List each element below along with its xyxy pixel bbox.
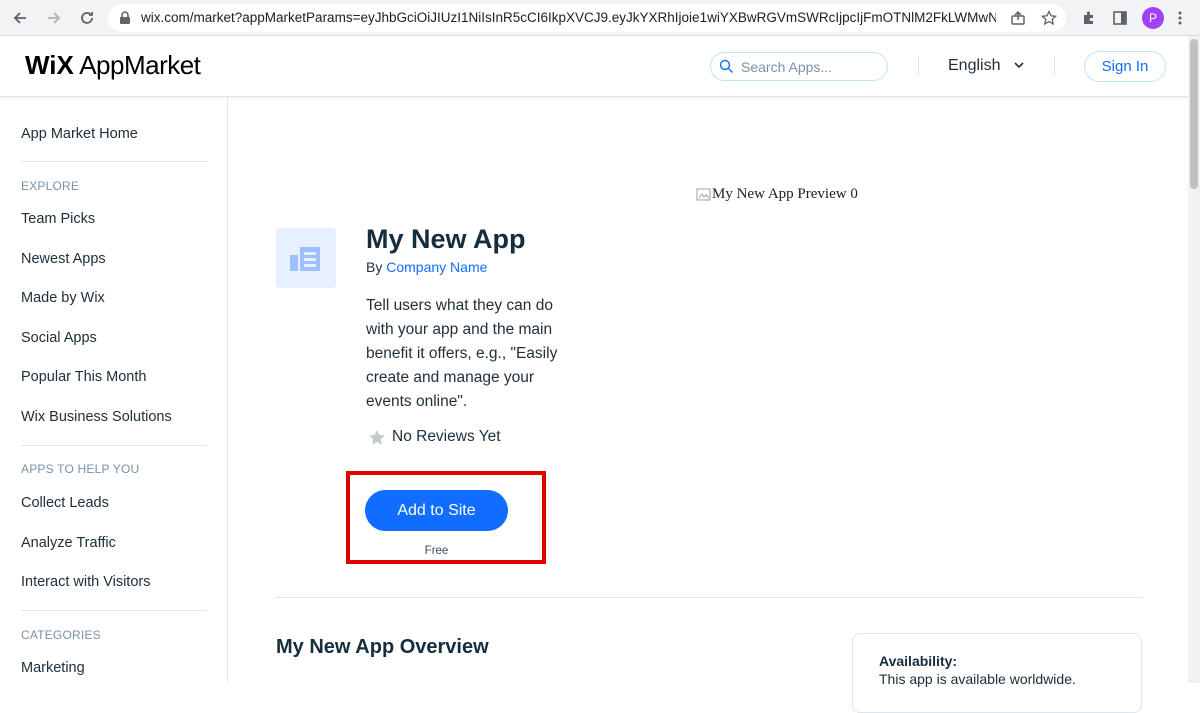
preview-alt-text: My New App Preview 0 xyxy=(712,186,858,202)
sidebar-heading-apps-to-help: APPS TO HELP YOU xyxy=(21,462,140,476)
sidebar-item-marketing[interactable]: Marketing xyxy=(21,660,85,676)
wix-app-market-logo[interactable]: WiX AppMarket xyxy=(25,50,201,81)
logo-text: AppMarket xyxy=(79,50,201,80)
arrow-left-icon xyxy=(13,12,26,24)
sidebar-divider xyxy=(21,161,207,162)
sidebar-heading-explore: EXPLORE xyxy=(21,179,80,193)
building-icon xyxy=(290,247,320,271)
broken-image-icon xyxy=(696,188,711,200)
sidebar-item-team-picks[interactable]: Team Picks xyxy=(21,211,95,227)
side-panel-icon[interactable] xyxy=(1112,10,1128,26)
add-to-site-button[interactable]: Add to Site xyxy=(365,490,508,531)
app-preview-image[interactable]: My New App Preview 0 xyxy=(696,186,858,203)
search-icon xyxy=(719,59,733,73)
sidebar-item-popular-this-month[interactable]: Popular This Month xyxy=(21,369,146,385)
app-icon xyxy=(276,228,336,288)
sign-in-button[interactable]: Sign In xyxy=(1084,51,1166,82)
lock-icon xyxy=(120,11,130,24)
price-label: Free xyxy=(424,545,449,557)
app-title: My New App xyxy=(366,224,526,254)
search-placeholder: Search Apps... xyxy=(741,59,833,75)
section-divider xyxy=(276,597,1142,598)
header-divider xyxy=(1054,56,1055,76)
share-icon[interactable] xyxy=(1010,10,1026,26)
reload-icon xyxy=(81,12,93,24)
app-description: Tell users what they can do with your ap… xyxy=(366,297,558,410)
by-label: By xyxy=(366,259,383,275)
sidebar-item-interact-with-visitors[interactable]: Interact with Visitors xyxy=(21,574,150,590)
company-name-link[interactable]: Company Name xyxy=(386,259,487,275)
arrow-right-icon xyxy=(48,12,61,24)
chevron-down-icon[interactable] xyxy=(1013,60,1025,70)
app-developer: By Company Name xyxy=(366,259,487,275)
page-scrollbar[interactable] xyxy=(1188,36,1200,683)
extensions-icon[interactable] xyxy=(1081,10,1097,26)
bookmark-star-icon[interactable] xyxy=(1041,10,1057,26)
availability-card: Availability: This app is available worl… xyxy=(852,633,1142,713)
address-bar[interactable]: wix.com/market?appMarketParams=eyJhbGciO… xyxy=(108,4,1066,32)
browser-toolbar: wix.com/market?appMarketParams=eyJhbGciO… xyxy=(0,0,1200,36)
star-icon xyxy=(369,429,385,445)
header-divider xyxy=(918,56,919,76)
sidebar-heading-categories: CATEGORIES xyxy=(21,628,101,642)
forward-button[interactable] xyxy=(43,7,65,29)
sidebar-item-wix-business-solutions[interactable]: Wix Business Solutions xyxy=(21,409,172,425)
reload-button[interactable] xyxy=(76,7,98,29)
sidebar-divider xyxy=(21,445,207,446)
availability-text: This app is available worldwide. xyxy=(879,671,1076,687)
reviews-text: No Reviews Yet xyxy=(392,428,501,445)
logo-brand: WiX xyxy=(25,50,74,80)
search-input[interactable]: Search Apps... xyxy=(710,52,888,81)
sidebar-item-made-by-wix[interactable]: Made by Wix xyxy=(21,290,105,306)
reviews-summary[interactable]: No Reviews Yet xyxy=(368,428,501,446)
overview-heading: My New App Overview xyxy=(276,636,489,658)
back-button[interactable] xyxy=(9,7,31,29)
sidebar-item-collect-leads[interactable]: Collect Leads xyxy=(21,495,109,511)
site-header: WiX AppMarket Search Apps... English Sig… xyxy=(0,36,1188,97)
sidebar-item-newest-apps[interactable]: Newest Apps xyxy=(21,251,106,267)
sidebar-item-home[interactable]: App Market Home xyxy=(21,126,138,142)
language-selector[interactable]: English xyxy=(948,57,1000,75)
availability-title: Availability: xyxy=(879,653,958,669)
sidebar: App Market Home EXPLORE Team Picks Newes… xyxy=(0,97,228,683)
sidebar-item-social-apps[interactable]: Social Apps xyxy=(21,330,97,346)
scrollbar-thumb[interactable] xyxy=(1190,39,1198,189)
profile-avatar[interactable]: P xyxy=(1142,7,1164,29)
url-text: wix.com/market?appMarketParams=eyJhbGciO… xyxy=(141,10,996,25)
more-menu-icon[interactable] xyxy=(1177,10,1183,26)
sidebar-item-analyze-traffic[interactable]: Analyze Traffic xyxy=(21,535,116,551)
sidebar-divider xyxy=(21,610,207,611)
